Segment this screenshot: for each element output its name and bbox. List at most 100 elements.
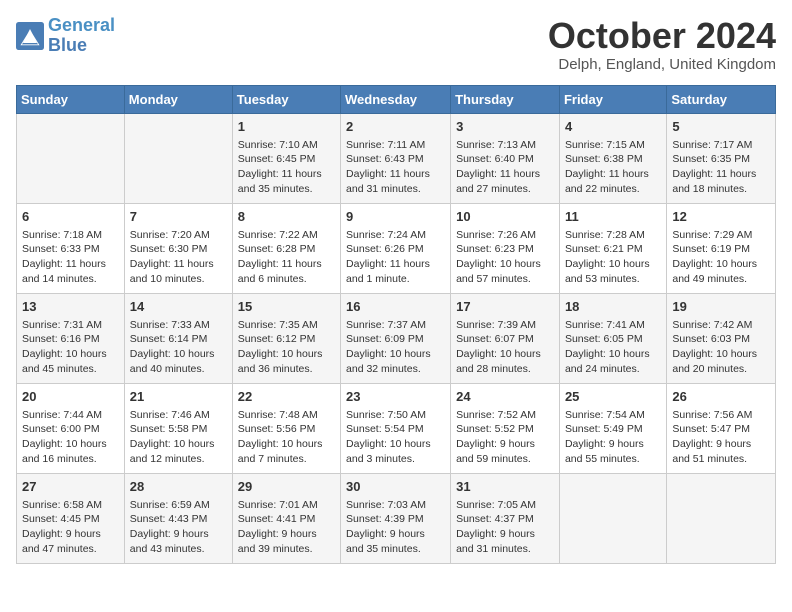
day-info: Sunrise: 7:20 AM Sunset: 6:30 PM Dayligh… <box>130 228 227 287</box>
day-number: 11 <box>565 208 661 226</box>
day-number: 9 <box>346 208 445 226</box>
calendar-week-row: 27Sunrise: 6:58 AM Sunset: 4:45 PM Dayli… <box>17 473 776 563</box>
table-row: 3 Sunrise: 7:13 AM Sunset: 6:40 PM Daylig… <box>451 113 560 203</box>
day-info: Sunrise: 6:58 AM Sunset: 4:45 PM Dayligh… <box>22 498 119 557</box>
table-row: 9 Sunrise: 7:24 AM Sunset: 6:26 PM Daylig… <box>341 203 451 293</box>
calendar-week-row: 6 Sunrise: 7:18 AM Sunset: 6:33 PM Daylig… <box>17 203 776 293</box>
day-number: 8 <box>238 208 335 226</box>
location: Delph, England, United Kingdom <box>548 56 776 73</box>
table-row <box>17 113 125 203</box>
calendar-week-row: 1 Sunrise: 7:10 AM Sunset: 6:45 PM Daylig… <box>17 113 776 203</box>
table-row: 14Sunrise: 7:33 AM Sunset: 6:14 PM Dayli… <box>124 293 232 383</box>
table-row: 7 Sunrise: 7:20 AM Sunset: 6:30 PM Daylig… <box>124 203 232 293</box>
table-row: 26 Sunrise: 7:56 AM Sunset: 5:47 PM Dayli… <box>667 383 776 473</box>
day-number: 1 <box>238 118 335 136</box>
table-row: 27Sunrise: 6:58 AM Sunset: 4:45 PM Dayli… <box>17 473 125 563</box>
header-wednesday: Wednesday <box>341 85 451 113</box>
header-thursday: Thursday <box>451 85 560 113</box>
header-monday: Monday <box>124 85 232 113</box>
table-row: 29 Sunrise: 7:01 AM Sunset: 4:41 PM Dayli… <box>232 473 340 563</box>
day-number: 4 <box>565 118 661 136</box>
header-tuesday: Tuesday <box>232 85 340 113</box>
day-number: 10 <box>456 208 554 226</box>
day-info: Sunrise: 7:11 AM Sunset: 6:43 PM Dayligh… <box>346 138 445 197</box>
day-number: 29 <box>238 478 335 496</box>
table-row: 15Sunrise: 7:35 AM Sunset: 6:12 PM Dayli… <box>232 293 340 383</box>
calendar-week-row: 13 Sunrise: 7:31 AM Sunset: 6:16 PM Dayli… <box>17 293 776 383</box>
day-info: Sunrise: 7:01 AM Sunset: 4:41 PM Dayligh… <box>238 498 335 557</box>
day-info: Sunrise: 7:03 AM Sunset: 4:39 PM Dayligh… <box>346 498 445 557</box>
day-info: Sunrise: 7:50 AM Sunset: 5:54 PM Dayligh… <box>346 408 445 467</box>
table-row: 16 Sunrise: 7:37 AM Sunset: 6:09 PM Dayli… <box>341 293 451 383</box>
table-row: 31Sunrise: 7:05 AM Sunset: 4:37 PM Dayli… <box>451 473 560 563</box>
table-row: 24 Sunrise: 7:52 AM Sunset: 5:52 PM Dayli… <box>451 383 560 473</box>
day-info: Sunrise: 7:17 AM Sunset: 6:35 PM Dayligh… <box>672 138 770 197</box>
table-row: 19 Sunrise: 7:42 AM Sunset: 6:03 PM Dayli… <box>667 293 776 383</box>
day-number: 14 <box>130 298 227 316</box>
day-info: Sunrise: 7:37 AM Sunset: 6:09 PM Dayligh… <box>346 318 445 377</box>
table-row: 13 Sunrise: 7:31 AM Sunset: 6:16 PM Dayli… <box>17 293 125 383</box>
day-info: Sunrise: 7:42 AM Sunset: 6:03 PM Dayligh… <box>672 318 770 377</box>
day-info: Sunrise: 7:18 AM Sunset: 6:33 PM Dayligh… <box>22 228 119 287</box>
table-row: 22 Sunrise: 7:48 AM Sunset: 5:56 PM Dayli… <box>232 383 340 473</box>
day-number: 26 <box>672 388 770 406</box>
day-info: Sunrise: 6:59 AM Sunset: 4:43 PM Dayligh… <box>130 498 227 557</box>
table-row: 28 Sunrise: 6:59 AM Sunset: 4:43 PM Dayli… <box>124 473 232 563</box>
day-info: Sunrise: 7:46 AM Sunset: 5:58 PM Dayligh… <box>130 408 227 467</box>
calendar-week-row: 20 Sunrise: 7:44 AM Sunset: 6:00 PM Dayli… <box>17 383 776 473</box>
day-info: Sunrise: 7:05 AM Sunset: 4:37 PM Dayligh… <box>456 498 554 557</box>
day-number: 24 <box>456 388 554 406</box>
calendar-header-row: Sunday Monday Tuesday Wednesday Thursday… <box>17 85 776 113</box>
table-row: 5Sunrise: 7:17 AM Sunset: 6:35 PM Daylig… <box>667 113 776 203</box>
day-number: 6 <box>22 208 119 226</box>
day-info: Sunrise: 7:24 AM Sunset: 6:26 PM Dayligh… <box>346 228 445 287</box>
day-number: 3 <box>456 118 554 136</box>
page-header: General Blue October 2024 Delph, England… <box>16 16 776 73</box>
day-info: Sunrise: 7:29 AM Sunset: 6:19 PM Dayligh… <box>672 228 770 287</box>
month-title: October 2024 <box>548 16 776 56</box>
day-number: 12 <box>672 208 770 226</box>
day-number: 16 <box>346 298 445 316</box>
day-number: 30 <box>346 478 445 496</box>
day-info: Sunrise: 7:44 AM Sunset: 6:00 PM Dayligh… <box>22 408 119 467</box>
table-row: 8Sunrise: 7:22 AM Sunset: 6:28 PM Daylig… <box>232 203 340 293</box>
day-info: Sunrise: 7:52 AM Sunset: 5:52 PM Dayligh… <box>456 408 554 467</box>
header-friday: Friday <box>559 85 666 113</box>
day-number: 7 <box>130 208 227 226</box>
logo-icon <box>16 22 44 50</box>
table-row <box>124 113 232 203</box>
logo-text: General Blue <box>48 16 115 56</box>
table-row: 12 Sunrise: 7:29 AM Sunset: 6:19 PM Dayli… <box>667 203 776 293</box>
table-row: 21 Sunrise: 7:46 AM Sunset: 5:58 PM Dayli… <box>124 383 232 473</box>
day-info: Sunrise: 7:48 AM Sunset: 5:56 PM Dayligh… <box>238 408 335 467</box>
day-number: 19 <box>672 298 770 316</box>
day-number: 28 <box>130 478 227 496</box>
day-number: 17 <box>456 298 554 316</box>
day-info: Sunrise: 7:15 AM Sunset: 6:38 PM Dayligh… <box>565 138 661 197</box>
table-row: 6 Sunrise: 7:18 AM Sunset: 6:33 PM Daylig… <box>17 203 125 293</box>
day-info: Sunrise: 7:10 AM Sunset: 6:45 PM Dayligh… <box>238 138 335 197</box>
day-info: Sunrise: 7:41 AM Sunset: 6:05 PM Dayligh… <box>565 318 661 377</box>
day-number: 20 <box>22 388 119 406</box>
day-number: 23 <box>346 388 445 406</box>
day-info: Sunrise: 7:26 AM Sunset: 6:23 PM Dayligh… <box>456 228 554 287</box>
day-number: 13 <box>22 298 119 316</box>
day-number: 21 <box>130 388 227 406</box>
table-row: 4 Sunrise: 7:15 AM Sunset: 6:38 PM Daylig… <box>559 113 666 203</box>
logo: General Blue <box>16 16 115 56</box>
table-row: 2Sunrise: 7:11 AM Sunset: 6:43 PM Daylig… <box>341 113 451 203</box>
header-sunday: Sunday <box>17 85 125 113</box>
day-info: Sunrise: 7:31 AM Sunset: 6:16 PM Dayligh… <box>22 318 119 377</box>
day-number: 22 <box>238 388 335 406</box>
day-info: Sunrise: 7:35 AM Sunset: 6:12 PM Dayligh… <box>238 318 335 377</box>
table-row: 10 Sunrise: 7:26 AM Sunset: 6:23 PM Dayli… <box>451 203 560 293</box>
title-block: October 2024 Delph, England, United King… <box>548 16 776 73</box>
day-info: Sunrise: 7:28 AM Sunset: 6:21 PM Dayligh… <box>565 228 661 287</box>
table-row: 1 Sunrise: 7:10 AM Sunset: 6:45 PM Daylig… <box>232 113 340 203</box>
calendar-table: Sunday Monday Tuesday Wednesday Thursday… <box>16 85 776 564</box>
day-info: Sunrise: 7:56 AM Sunset: 5:47 PM Dayligh… <box>672 408 770 467</box>
day-info: Sunrise: 7:13 AM Sunset: 6:40 PM Dayligh… <box>456 138 554 197</box>
day-info: Sunrise: 7:54 AM Sunset: 5:49 PM Dayligh… <box>565 408 661 467</box>
table-row: 11 Sunrise: 7:28 AM Sunset: 6:21 PM Dayli… <box>559 203 666 293</box>
table-row: 30 Sunrise: 7:03 AM Sunset: 4:39 PM Dayli… <box>341 473 451 563</box>
